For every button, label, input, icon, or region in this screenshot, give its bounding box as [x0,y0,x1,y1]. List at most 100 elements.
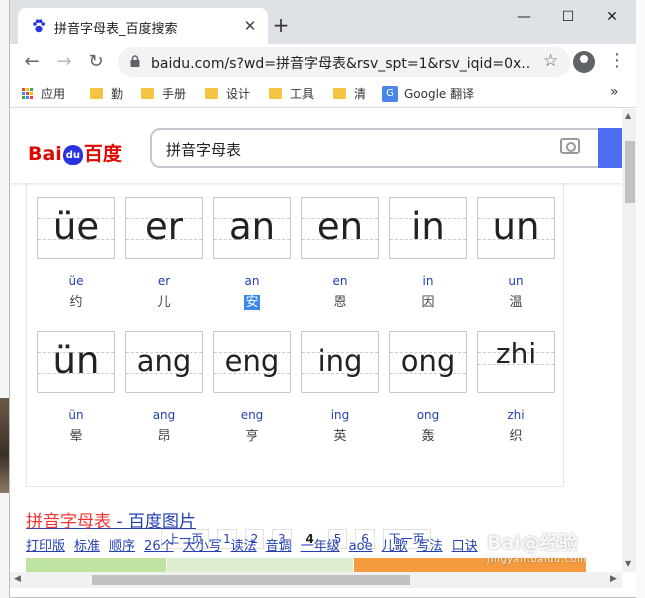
bookmark-label: Google 翻译 [404,87,475,101]
related-tag-link[interactable]: 大小写 [183,539,222,554]
baidu-logo[interactable]: Bai du 百度 [28,139,122,166]
pinyin-label: ün [68,408,84,422]
related-tag-link[interactable]: 写法 [417,539,443,554]
pinyin-label: zhi [507,408,525,422]
related-tag-link[interactable]: 音调 [266,539,292,554]
related-tag-link[interactable]: 读法 [231,539,257,554]
folder-icon [141,88,154,99]
pinyin-cell[interactable]: en en 恩 [301,197,379,310]
pinyin-cell[interactable]: üe üe 约 [37,197,115,310]
hanzi-label: 晕 [37,425,115,444]
hanzi-label: 因 [389,291,467,310]
pinyin-writing-box: un [477,197,555,259]
pinyin-cell[interactable]: er er 儿 [125,197,203,310]
hanzi-text: 晕 [69,429,83,444]
pinyin-cell[interactable]: ün ün 晕 [37,331,115,444]
watermark: Bai@经验 jingyan.baidu.com [487,528,587,565]
pinyin-cell[interactable]: ing ing 英 [301,331,379,444]
hanzi-text: 轰 [421,429,435,444]
pinyin-glyph: ün [52,339,100,382]
address-bar[interactable]: baidu.com/s?wd=拼音字母表&rsv_spt=1&rsv_iqid=… [118,47,570,77]
hanzi-label: 织 [477,425,555,444]
folder-icon [90,88,103,99]
hanzi-text: 儿 [157,295,171,310]
scroll-down-icon[interactable]: ▼ [625,559,631,568]
new-tab-button[interactable]: + [270,14,292,36]
bookmark-google-translate[interactable]: G Google 翻译 [382,85,474,102]
vertical-scrollbar[interactable]: ▲ ▼ [622,109,636,572]
pinyin-cell[interactable]: in in 因 [389,197,467,310]
bookmark-folder-qing[interactable]: 清 [333,85,366,102]
bookmark-folder-qin[interactable]: 勤 [90,85,123,102]
horizontal-scroll-thumb[interactable] [92,575,410,585]
profile-avatar-icon[interactable] [573,51,595,73]
pinyin-glyph: un [492,205,540,248]
bookmark-folder-design[interactable]: 设计 [205,85,250,102]
minimize-button[interactable]: — [502,4,546,30]
bookmark-apps[interactable]: 应用 [22,85,65,102]
scroll-right-icon[interactable]: ▶ [610,574,617,584]
logo-baidu-cn-text: 百度 [83,143,122,165]
thumbnail-1[interactable] [26,558,166,572]
pinyin-label: ing [330,408,350,422]
bookmark-folder-manual[interactable]: 手册 [141,85,186,102]
pinyin-label: un [508,274,524,288]
desktop-right-strip [636,0,645,598]
active-tab[interactable]: 拼音字母表_百度搜索 ✕ [18,8,268,44]
pinyin-glyph: ang [136,344,192,378]
related-tag-link[interactable]: 儿歌 [382,539,408,554]
maximize-button[interactable]: ☐ [546,4,590,30]
browser-menu-icon[interactable]: ⋮ [608,50,626,71]
bookmark-label: 工具 [290,87,315,101]
pinyin-glyph: er [145,205,183,248]
search-query-text: 拼音字母表 [166,141,242,159]
hanzi-text: 织 [509,429,523,444]
pinyin-cell[interactable]: zhi zhi 织 [477,331,555,444]
pinyin-cell[interactable]: un un 温 [477,197,555,310]
pinyin-writing-box: ong [389,331,467,393]
scroll-left-icon[interactable]: ◀ [14,574,21,584]
bookmark-label: 清 [354,87,367,101]
hanzi-label: 安 [213,291,291,310]
pinyin-writing-box: ing [301,331,379,393]
related-tag-link[interactable]: 打印版 [26,539,65,554]
pinyin-cell[interactable]: ang ang 昂 [125,331,203,444]
bookmark-label: 设计 [226,87,251,101]
google-translate-icon: G [382,85,398,102]
search-input[interactable]: 拼音字母表 [150,128,598,168]
logo-bai-text: Bai [28,143,62,165]
related-tag-link[interactable]: 顺序 [109,539,135,554]
close-window-button[interactable]: ✕ [590,4,634,30]
camera-search-icon[interactable] [560,138,580,154]
scroll-up-icon[interactable]: ▲ [625,111,631,120]
search-button[interactable] [598,128,622,168]
thumbnail-2[interactable] [167,558,353,572]
bookmark-folder-tools[interactable]: 工具 [269,85,314,102]
forward-button[interactable]: → [52,50,76,74]
hanzi-text: 英 [333,429,347,444]
pinyin-writing-box: ang [125,331,203,393]
pinyin-image-card: üe üe 约 er er 儿 an an 安 en en 恩 in in 因 un un 温 ün ün 晕 ang an… [26,183,564,549]
result-title-keyword: 拼音字母表 [26,512,111,532]
back-button[interactable]: ← [20,50,44,74]
vertical-scroll-thumb[interactable] [625,141,635,203]
pinyin-cell[interactable]: eng eng 亨 [213,331,291,444]
pinyin-cell[interactable]: an an 安 [213,197,291,310]
tab-close-icon[interactable]: ✕ [240,16,260,36]
related-tag-link[interactable]: 26个 [144,539,174,554]
hanzi-text: 昂 [157,429,171,444]
result-title-link[interactable]: 拼音字母表 - 百度图片 [26,507,196,532]
bookmark-star-icon[interactable]: ☆ [543,51,558,71]
logo-du-text: du [65,149,80,161]
horizontal-scrollbar[interactable]: ◀ ▶ [10,572,622,588]
reload-button[interactable]: ↻ [84,50,108,74]
related-tag-link[interactable]: aoe [349,539,373,554]
related-tag-link[interactable]: 口诀 [452,539,478,554]
pinyin-glyph: ing [317,344,363,378]
more-bookmarks-icon[interactable]: » [610,84,619,100]
pinyin-cell[interactable]: ong ong 轰 [389,331,467,444]
hanzi-label: 温 [477,291,555,310]
url-text[interactable]: baidu.com/s?wd=拼音字母表&rsv_spt=1&rsv_iqid=… [151,53,531,73]
related-tag-link[interactable]: 标准 [74,539,100,554]
related-tag-link[interactable]: 一年级 [301,539,340,554]
